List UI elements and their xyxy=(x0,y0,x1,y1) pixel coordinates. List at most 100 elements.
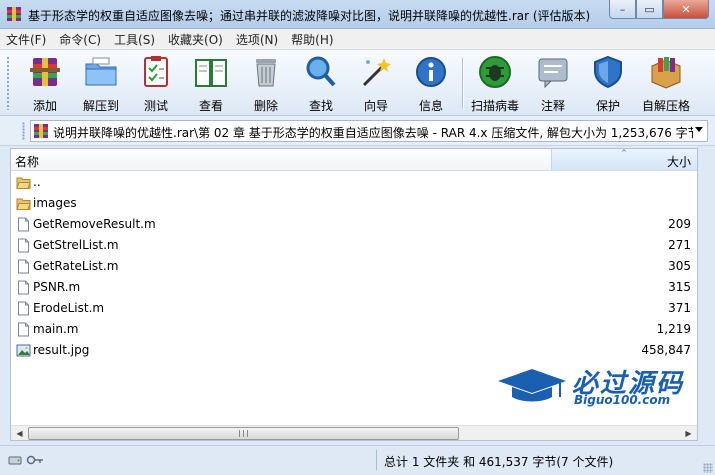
list-item-image[interactable]: result.jpg 458,847 xyxy=(11,340,697,361)
sfx-button[interactable]: 自解压格 xyxy=(637,54,695,113)
comment-label: 注释 xyxy=(540,99,565,113)
file-name: GetRateList.m xyxy=(33,259,119,273)
test-checklist-icon xyxy=(144,56,168,87)
maximize-button[interactable]: ▭ xyxy=(636,0,663,19)
comment-button[interactable]: 注释 xyxy=(527,54,579,113)
extract-button[interactable]: 解压到 xyxy=(75,54,127,113)
test-button[interactable]: 测试 xyxy=(130,54,182,113)
list-item-folder[interactable]: images xyxy=(11,193,697,214)
resize-grip[interactable] xyxy=(703,463,713,473)
file-icon xyxy=(18,301,29,316)
file-size: 305 xyxy=(668,259,691,273)
address-path: 说明并联降噪的优越性.rar\第 02 章 基于形态学的权重自适应图像去噪 - … xyxy=(53,126,693,140)
scroll-left-icon[interactable]: ◀ xyxy=(12,427,27,440)
add-button[interactable]: 添加 xyxy=(19,54,71,113)
file-name: .. xyxy=(33,175,41,189)
find-label: 查找 xyxy=(308,99,333,113)
sfx-label: 自解压格 xyxy=(641,99,690,113)
file-size: 458,847 xyxy=(641,343,691,357)
info-icon xyxy=(416,57,446,87)
file-icon xyxy=(18,322,29,337)
status-separator xyxy=(376,450,377,470)
menu-help[interactable]: 帮助(H) xyxy=(291,31,333,48)
info-button[interactable]: 信息 xyxy=(405,54,457,113)
comment-icon xyxy=(538,58,568,89)
find-button[interactable]: 查找 xyxy=(295,54,347,113)
test-label: 测试 xyxy=(143,99,168,113)
menu-bar: 文件(F) 命令(C) 工具(S) 收藏夹(O) 选项(N) 帮助(H) xyxy=(0,29,715,50)
file-name: PSNR.m xyxy=(33,280,81,294)
view-book-icon xyxy=(195,59,227,87)
file-size: 1,219 xyxy=(656,322,691,336)
scroll-right-icon[interactable]: ▶ xyxy=(681,427,696,440)
title-bar: 基于形态学的权重自适应图像去噪；通过串并联的滤波降噪对比图，说明并联降噪的优越性… xyxy=(0,0,715,29)
winrar-app-icon xyxy=(7,7,21,21)
view-label: 查看 xyxy=(198,99,223,113)
file-size: 371 xyxy=(668,301,691,315)
wizard-button[interactable]: 向导 xyxy=(350,54,402,113)
virus-scan-icon xyxy=(479,56,511,88)
file-size: 271 xyxy=(668,238,691,252)
search-icon xyxy=(306,56,336,87)
toolbar-grip[interactable] xyxy=(6,56,10,110)
file-name: result.jpg xyxy=(33,343,90,357)
view-button[interactable]: 查看 xyxy=(185,54,237,113)
scan-virus-button[interactable]: 扫描病毒 xyxy=(469,54,521,113)
trash-icon xyxy=(256,59,276,87)
toolbar: 添加 解压到 测试 查看 删除 查找 向导 信息 扫描病毒 注释 保护 自解压格 xyxy=(0,50,715,116)
column-header-size[interactable]: ^ 大小 xyxy=(551,149,697,170)
add-archive-icon xyxy=(30,58,60,86)
sfx-box-icon xyxy=(651,57,681,89)
menu-tools[interactable]: 工具(S) xyxy=(114,31,155,48)
scroll-thumb[interactable] xyxy=(28,427,459,440)
window-controls: – ▭ ✕ xyxy=(609,0,709,20)
menu-favorites[interactable]: 收藏夹(O) xyxy=(168,31,223,48)
file-name: ErodeList.m xyxy=(33,301,105,315)
file-icon xyxy=(18,217,29,232)
list-item-parent[interactable]: .. xyxy=(11,172,697,193)
delete-label: 删除 xyxy=(253,99,278,113)
delete-button[interactable]: 删除 xyxy=(240,54,292,113)
file-list: 名称 ^ 大小 .. images GetRemoveResult.m 209 … xyxy=(10,148,698,441)
list-item-file[interactable]: ErodeList.m 371 xyxy=(11,298,697,319)
add-label: 添加 xyxy=(32,99,57,113)
list-item-file[interactable]: main.m 1,219 xyxy=(11,319,697,340)
protect-button[interactable]: 保护 xyxy=(582,54,634,113)
scan-virus-label: 扫描病毒 xyxy=(470,99,519,113)
up-folder-icon xyxy=(16,177,31,189)
column-size-label: 大小 xyxy=(666,155,691,169)
file-size: 209 xyxy=(668,217,691,231)
folder-icon xyxy=(16,198,31,210)
drive-icon[interactable] xyxy=(8,453,22,467)
key-icon[interactable] xyxy=(26,453,44,467)
protect-label: 保护 xyxy=(595,99,620,113)
list-header: 名称 ^ 大小 xyxy=(11,149,697,171)
list-item-file[interactable]: GetRateList.m 305 xyxy=(11,256,697,277)
file-icon xyxy=(18,259,29,274)
minimize-button[interactable]: – xyxy=(609,0,636,19)
extract-folder-icon xyxy=(85,57,117,86)
close-button[interactable]: ✕ xyxy=(663,0,709,19)
horizontal-scrollbar[interactable]: ◀ ▶ xyxy=(11,425,697,440)
menu-file[interactable]: 文件(F) xyxy=(6,31,46,48)
address-dropdown-icon[interactable] xyxy=(695,127,703,132)
list-item-file[interactable]: GetStrelList.m 271 xyxy=(11,235,697,256)
extract-label: 解压到 xyxy=(82,99,119,113)
file-name: GetStrelList.m xyxy=(33,238,119,252)
image-file-icon xyxy=(16,344,31,357)
watermark-text-en: Biguo100.com xyxy=(574,393,671,407)
column-header-name[interactable]: 名称 xyxy=(15,153,39,170)
file-size: 315 xyxy=(668,280,691,294)
list-item-file[interactable]: PSNR.m 315 xyxy=(11,277,697,298)
file-name: images xyxy=(33,196,77,210)
menu-commands[interactable]: 命令(C) xyxy=(59,31,101,48)
scroll-grip-icon xyxy=(239,430,248,437)
file-name: GetRemoveResult.m xyxy=(33,217,156,231)
list-item-file[interactable]: GetRemoveResult.m 209 xyxy=(11,214,697,235)
magic-wand-icon xyxy=(362,58,391,87)
menu-options[interactable]: 选项(N) xyxy=(236,31,278,48)
status-icons xyxy=(8,453,44,467)
address-field[interactable]: 说明并联降噪的优越性.rar\第 02 章 基于形态学的权重自适应图像去噪 - … xyxy=(30,120,708,142)
archive-icon xyxy=(34,124,48,138)
status-summary: 总计 1 文件夹 和 461,537 字节(7 个文件) xyxy=(384,455,614,469)
